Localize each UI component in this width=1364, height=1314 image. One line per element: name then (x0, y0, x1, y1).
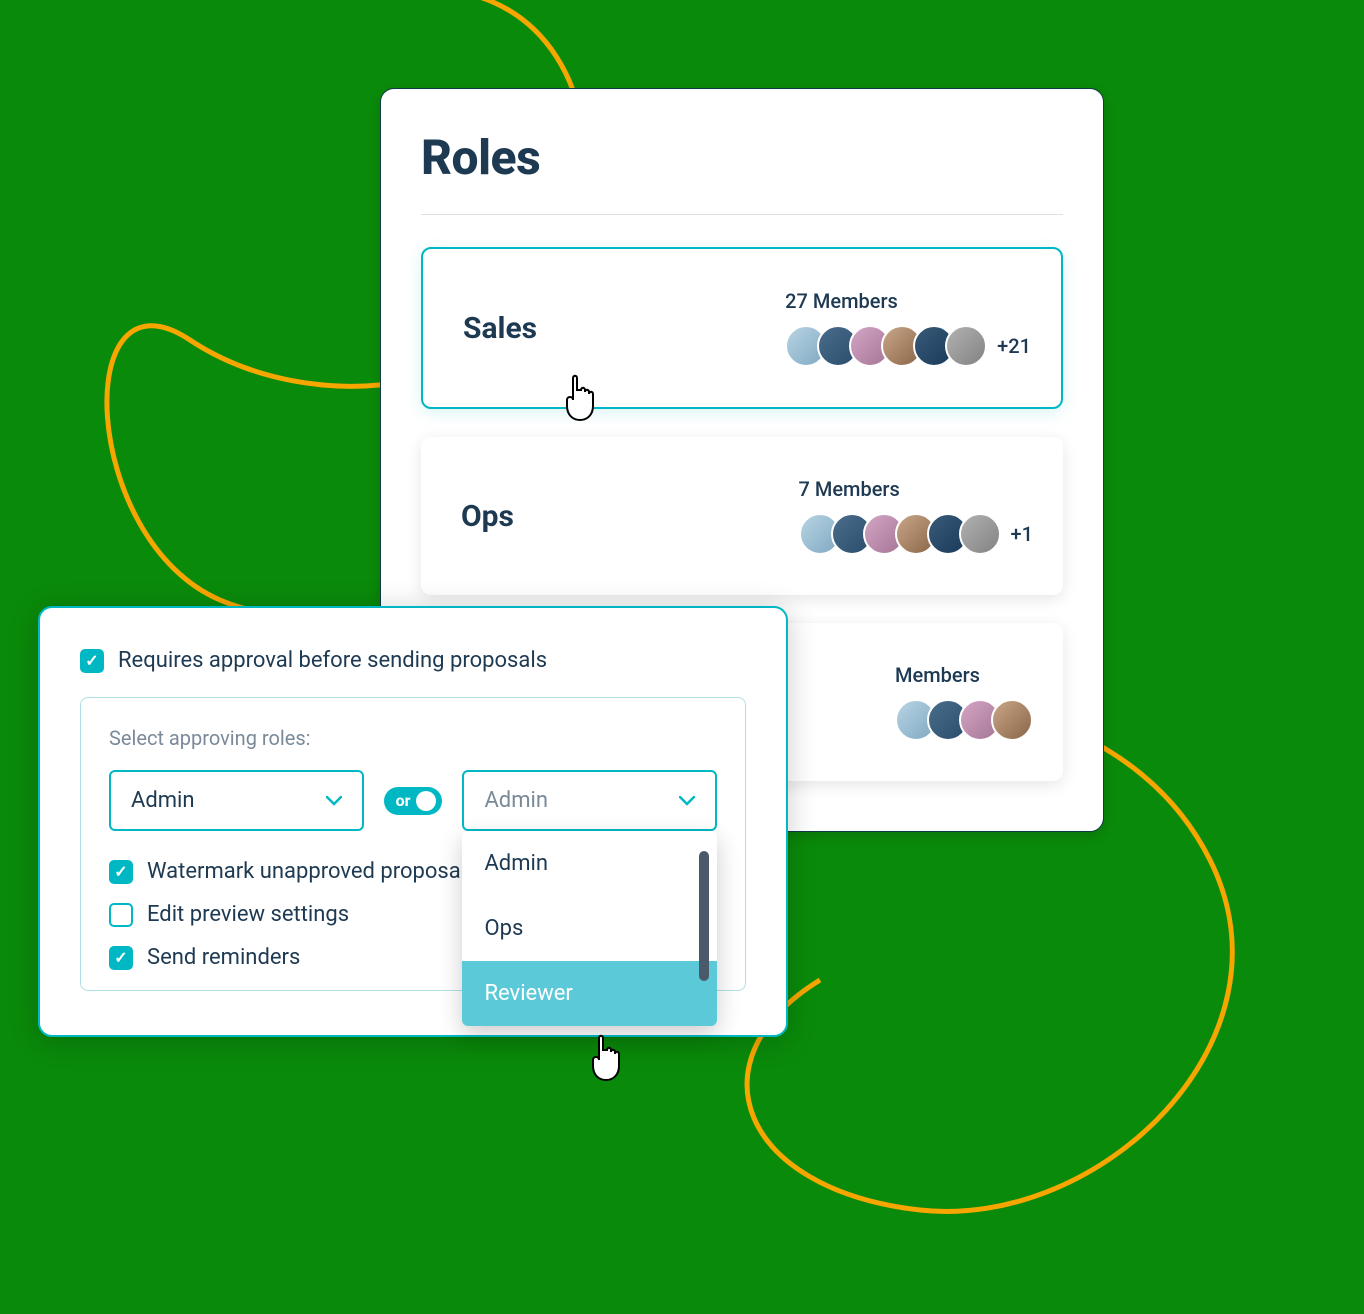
toggle-knob (416, 791, 436, 811)
chevron-down-icon (326, 796, 342, 806)
role-name: Sales (463, 311, 537, 346)
scrollbar-thumb[interactable] (699, 851, 709, 981)
members-count: 27 Members (785, 289, 898, 313)
checkbox-label: Send reminders (147, 945, 300, 970)
checkbox-send-reminders[interactable] (109, 946, 133, 970)
checkbox-edit-preview[interactable] (109, 903, 133, 927)
or-toggle[interactable]: or (384, 787, 443, 815)
members-count: Members (895, 663, 980, 687)
role-members: 7 Members +1 (799, 477, 1033, 555)
avatar-row: +21 (785, 325, 1031, 367)
or-label: or (396, 791, 411, 810)
dropdown-value: Admin (131, 788, 195, 813)
dropdown-option-ops[interactable]: Ops (462, 896, 717, 961)
checkbox-label: Watermark unapproved proposals (147, 859, 477, 884)
dropdown-placeholder: Admin (484, 788, 548, 813)
chevron-down-icon (679, 796, 695, 806)
checkbox-label: Requires approval before sending proposa… (118, 648, 547, 673)
members-count: 7 Members (799, 477, 900, 501)
approval-panel: Requires approval before sending proposa… (38, 606, 788, 1037)
role-members: Members (895, 663, 1033, 741)
divider (421, 214, 1063, 215)
roles-title: Roles (421, 129, 1063, 186)
approving-roles-box: Select approving roles: Admin or Admin A… (80, 697, 746, 991)
avatar (959, 513, 1001, 555)
role-members: 27 Members +21 (785, 289, 1031, 367)
role-card-sales[interactable]: Sales 27 Members +21 (421, 247, 1063, 409)
checkbox-watermark[interactable] (109, 860, 133, 884)
avatar-row: +1 (799, 513, 1033, 555)
checkbox-label: Edit preview settings (147, 902, 349, 927)
cursor-pointer-icon (586, 1032, 630, 1082)
dropdown-approving-role-1[interactable]: Admin (109, 770, 364, 831)
dropdown-option-admin[interactable]: Admin (462, 831, 717, 896)
avatar-row (895, 699, 1033, 741)
requires-approval-row[interactable]: Requires approval before sending proposa… (80, 648, 746, 673)
avatar (945, 325, 987, 367)
avatar-overflow: +21 (997, 334, 1031, 358)
avatar (991, 699, 1033, 741)
avatar-overflow: +1 (1011, 522, 1033, 546)
approving-roles-label: Select approving roles: (109, 726, 717, 750)
dropdown-approving-role-2[interactable]: Admin Admin Ops Reviewer (462, 770, 717, 831)
role-name: Ops (461, 499, 514, 534)
dropdown-option-reviewer[interactable]: Reviewer (462, 961, 717, 1026)
role-card-ops[interactable]: Ops 7 Members +1 (421, 437, 1063, 595)
checkbox-requires-approval[interactable] (80, 649, 104, 673)
dropdown-menu: Admin Ops Reviewer (462, 831, 717, 1026)
dropdown-row: Admin or Admin Admin Ops Reviewer (109, 770, 717, 831)
